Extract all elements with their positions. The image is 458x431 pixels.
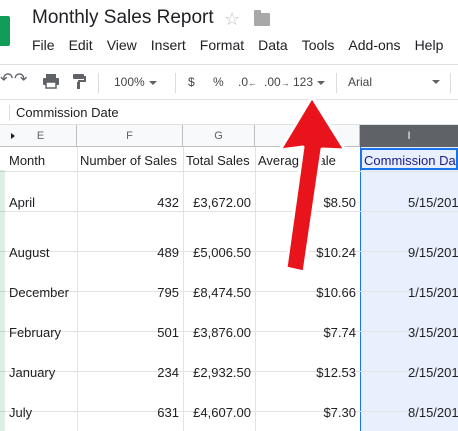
table-header-number-of-sales[interactable]: Number of Sales — [80, 153, 177, 169]
decrease-decimal-button[interactable]: .0← — [238, 73, 257, 91]
toolbar-divider — [98, 73, 99, 93]
table-cell-total-sales[interactable]: £4,607.00 — [186, 405, 251, 421]
table-header-month[interactable]: Month — [9, 153, 45, 169]
font-value: Arial — [348, 75, 373, 89]
table-cell-commission-date[interactable]: 5/15/2019 — [364, 195, 458, 211]
table-cell-commission-date[interactable]: 1/15/2019 — [364, 285, 458, 301]
table-header-average-sale[interactable]: Average Sale — [258, 153, 358, 169]
undo-icon[interactable]: ↶ — [0, 71, 13, 89]
table-cell-average-sale[interactable]: $7.30 — [258, 405, 356, 421]
table-cell-number-of-sales[interactable]: 501 — [80, 325, 179, 341]
table-cell-month[interactable]: February — [9, 325, 61, 341]
formula-input[interactable]: Commission Date — [16, 105, 119, 120]
menu-insert[interactable]: Insert — [151, 37, 186, 55]
zoom-select[interactable]: 100% — [114, 73, 157, 91]
table-cell-month[interactable]: January — [9, 365, 55, 381]
table-header-total-sales[interactable]: Total Sales — [186, 153, 250, 169]
chevron-down-icon — [317, 80, 326, 85]
percent-format-button[interactable]: % — [213, 73, 224, 91]
menu-help[interactable]: Help — [415, 37, 444, 55]
sheet-grid[interactable]: Month Number of Sales Total Sales Averag… — [0, 147, 458, 431]
menu-data[interactable]: Data — [258, 37, 288, 55]
column-header-f[interactable]: F — [77, 125, 183, 147]
table-cell-commission-date[interactable]: 9/15/2019 — [364, 245, 458, 261]
decrease-decimal-label: .0 — [238, 75, 249, 89]
table-cell-total-sales[interactable]: £8,474.50 — [186, 285, 251, 301]
more-formats-button[interactable]: 123 — [293, 73, 326, 91]
paint-format-icon[interactable] — [72, 73, 86, 91]
menu-tools[interactable]: Tools — [302, 37, 335, 55]
toolbar-divider — [175, 73, 176, 93]
folder-icon[interactable] — [254, 10, 270, 26]
row-selection-stripe — [0, 170, 5, 431]
table-cell-average-sale[interactable]: $10.24 — [258, 245, 356, 261]
table-cell-total-sales[interactable]: £3,876.00 — [186, 325, 251, 341]
grid-line — [0, 211, 458, 212]
menu-edit[interactable]: Edit — [69, 37, 93, 55]
chevron-down-icon — [432, 80, 440, 84]
redo-icon[interactable]: ↷ — [14, 71, 27, 89]
table-cell-commission-date[interactable]: 3/15/2019 — [364, 325, 458, 341]
column-header-e[interactable]: E — [5, 125, 77, 147]
table-cell-commission-date[interactable]: 2/15/2019 — [364, 365, 458, 381]
toolbar: ↶ ↷ 100% $ % .0← .00→ 123 Arial — [0, 64, 458, 100]
toolbar-divider — [450, 73, 451, 93]
column-header-row: E F G H I — [0, 125, 458, 147]
menu-bar: File Edit View Insert Format Data Tools … — [32, 37, 457, 55]
table-cell-total-sales[interactable]: £2,932.50 — [186, 365, 251, 381]
arrow-left-icon: ← — [248, 78, 258, 88]
menu-view[interactable]: View — [107, 37, 137, 55]
column-header-g[interactable]: G — [183, 125, 255, 147]
table-cell-total-sales[interactable]: £3,672.00 — [186, 195, 251, 211]
table-cell-number-of-sales[interactable]: 489 — [80, 245, 179, 261]
star-icon[interactable]: ☆ — [224, 8, 240, 30]
currency-format-button[interactable]: $ — [188, 73, 195, 91]
table-cell-average-sale[interactable]: $10.66 — [258, 285, 356, 301]
more-formats-label: 123 — [293, 75, 314, 89]
chevron-down-icon — [148, 80, 157, 85]
formula-bar[interactable]: Commission Date — [0, 101, 458, 125]
sheets-logo-icon[interactable] — [0, 16, 10, 46]
grid-line — [255, 147, 256, 431]
column-header-h[interactable]: H — [255, 125, 360, 147]
table-cell-month[interactable]: August — [9, 245, 49, 261]
title-bar: Monthly Sales Report ☆ File Edit View In… — [0, 0, 458, 62]
column-header-i[interactable]: I — [360, 125, 458, 147]
menu-format[interactable]: Format — [200, 37, 244, 55]
table-cell-number-of-sales[interactable]: 432 — [80, 195, 179, 211]
table-cell-number-of-sales[interactable]: 631 — [80, 405, 179, 421]
increase-decimal-button[interactable]: .00→ — [264, 73, 290, 91]
grid-line — [183, 147, 184, 431]
table-cell-average-sale[interactable]: $8.50 — [258, 195, 356, 211]
font-select[interactable]: Arial — [348, 73, 440, 91]
grid-line — [0, 171, 458, 172]
table-cell-average-sale[interactable]: $12.53 — [258, 365, 356, 381]
table-cell-commission-date[interactable]: 8/15/2019 — [364, 405, 458, 421]
table-cell-number-of-sales[interactable]: 795 — [80, 285, 179, 301]
grid-line — [77, 147, 78, 431]
table-cell-month[interactable]: July — [9, 405, 32, 421]
table-cell-average-sale[interactable]: $7.74 — [258, 325, 356, 341]
table-cell-number-of-sales[interactable]: 234 — [80, 365, 179, 381]
active-cell-border — [360, 148, 458, 170]
table-cell-total-sales[interactable]: £5,006.50 — [186, 245, 251, 261]
print-icon[interactable] — [42, 73, 60, 91]
increase-decimal-label: .00 — [264, 75, 281, 89]
menu-file[interactable]: File — [32, 37, 55, 55]
document-title[interactable]: Monthly Sales Report — [32, 7, 214, 29]
menu-addons[interactable]: Add-ons — [348, 37, 400, 55]
toolbar-divider — [336, 73, 337, 93]
table-cell-month[interactable]: December — [9, 285, 69, 301]
zoom-value: 100% — [114, 75, 145, 89]
table-cell-month[interactable]: April — [9, 195, 35, 211]
formula-divider — [9, 105, 10, 121]
arrow-right-icon: → — [280, 78, 290, 88]
